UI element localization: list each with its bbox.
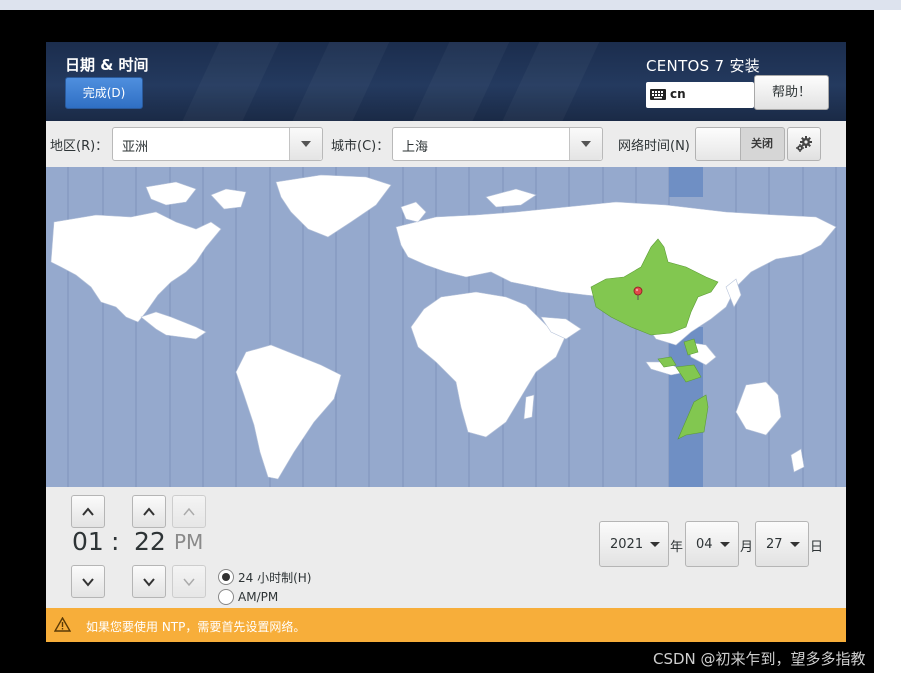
city-combo[interactable]: 上海 xyxy=(392,127,603,161)
chevron-down-icon xyxy=(581,141,591,147)
ampm-value: PM xyxy=(174,530,204,554)
chevron-down-icon xyxy=(183,578,195,587)
network-time-label: 网络时间(N) xyxy=(618,139,690,154)
ampm-down-button[interactable] xyxy=(172,565,206,598)
keyboard-layout-indicator[interactable]: cn xyxy=(646,82,754,108)
switch-state-label: 关闭 xyxy=(751,137,773,150)
region-label: 地区(R)： xyxy=(50,139,109,154)
warning-text: 如果您要使用 NTP，需要首先设置网络。 xyxy=(86,620,306,634)
switch-knob[interactable] xyxy=(696,128,741,160)
day-select[interactable]: 27 xyxy=(755,521,809,567)
city-label: 城市(C)： xyxy=(331,139,390,154)
year-suffix: 年 xyxy=(670,540,684,555)
format-24h-label[interactable]: 24 小时制(H) xyxy=(238,569,311,586)
selected-timezone-band-top xyxy=(669,167,703,197)
time-separator: : xyxy=(111,527,120,556)
chevron-down-icon xyxy=(143,578,155,587)
continents xyxy=(50,174,837,480)
warning-bar: 如果您要使用 NTP，需要首先设置网络。 xyxy=(46,608,846,642)
day-suffix: 日 xyxy=(810,540,824,555)
region-dropdown-arrow[interactable] xyxy=(289,128,322,160)
city-value: 上海 xyxy=(402,140,429,155)
datetime-panel: 01 : 22 PM 24 小时制(H) AM/PM 2021 年 04 月 2… xyxy=(46,487,846,608)
hour-value: 01 xyxy=(72,527,104,556)
minute-down-button[interactable] xyxy=(132,565,166,598)
chevron-down-icon xyxy=(301,141,311,147)
hour-down-button[interactable] xyxy=(71,565,105,598)
world-map-svg xyxy=(50,167,837,487)
right-margin xyxy=(874,10,901,673)
format-ampm-radio[interactable] xyxy=(218,589,234,605)
chevron-up-icon xyxy=(143,507,155,516)
minute-up-button[interactable] xyxy=(132,495,166,528)
region-combo[interactable]: 亚洲 xyxy=(112,127,323,161)
hour-up-button[interactable] xyxy=(71,495,105,528)
year-select[interactable]: 2021 xyxy=(599,521,669,567)
timezone-toolbar: 地区(R)： 亚洲 城市(C)： 上海 网络时间(N) 关闭 xyxy=(46,121,846,167)
chevron-down-icon xyxy=(82,578,94,587)
city-dropdown-arrow[interactable] xyxy=(569,128,602,160)
radio-selected-dot xyxy=(222,573,230,581)
page-title: 日期 & 时间 xyxy=(65,56,149,74)
format-ampm-label[interactable]: AM/PM xyxy=(238,590,278,604)
installer-window: 日期 & 时间 完成(D) CENTOS 7 安装 cn 帮助！ 地区(R)： … xyxy=(46,42,846,642)
chevron-up-icon xyxy=(183,507,195,516)
help-button[interactable]: 帮助！ xyxy=(754,75,829,110)
region-value: 亚洲 xyxy=(122,140,149,155)
chevron-down-icon xyxy=(650,542,660,547)
chevron-down-icon xyxy=(790,542,800,547)
chevron-down-icon xyxy=(720,542,730,547)
done-button[interactable]: 完成(D) xyxy=(65,77,143,109)
format-24h-radio[interactable] xyxy=(218,569,234,585)
network-time-switch[interactable]: 关闭 xyxy=(695,127,785,161)
month-value: 04 xyxy=(696,537,713,552)
day-value: 27 xyxy=(766,537,783,552)
ntp-settings-button[interactable] xyxy=(787,127,821,161)
keyboard-layout-code: cn xyxy=(670,87,686,101)
watermark-text: CSDN @初来乍到，望多多指教 xyxy=(653,650,866,668)
timezone-map[interactable] xyxy=(46,167,846,487)
install-title: CENTOS 7 安装 xyxy=(646,57,761,75)
month-select[interactable]: 04 xyxy=(685,521,739,567)
top-bar xyxy=(0,0,901,10)
minute-value: 22 xyxy=(134,527,166,556)
year-value: 2021 xyxy=(610,537,644,552)
keyboard-icon xyxy=(650,89,666,104)
chevron-up-icon xyxy=(82,507,94,516)
month-suffix: 月 xyxy=(740,540,754,555)
header-bar: 日期 & 时间 完成(D) CENTOS 7 安装 cn 帮助！ xyxy=(46,42,846,121)
ampm-up-button[interactable] xyxy=(172,495,206,528)
